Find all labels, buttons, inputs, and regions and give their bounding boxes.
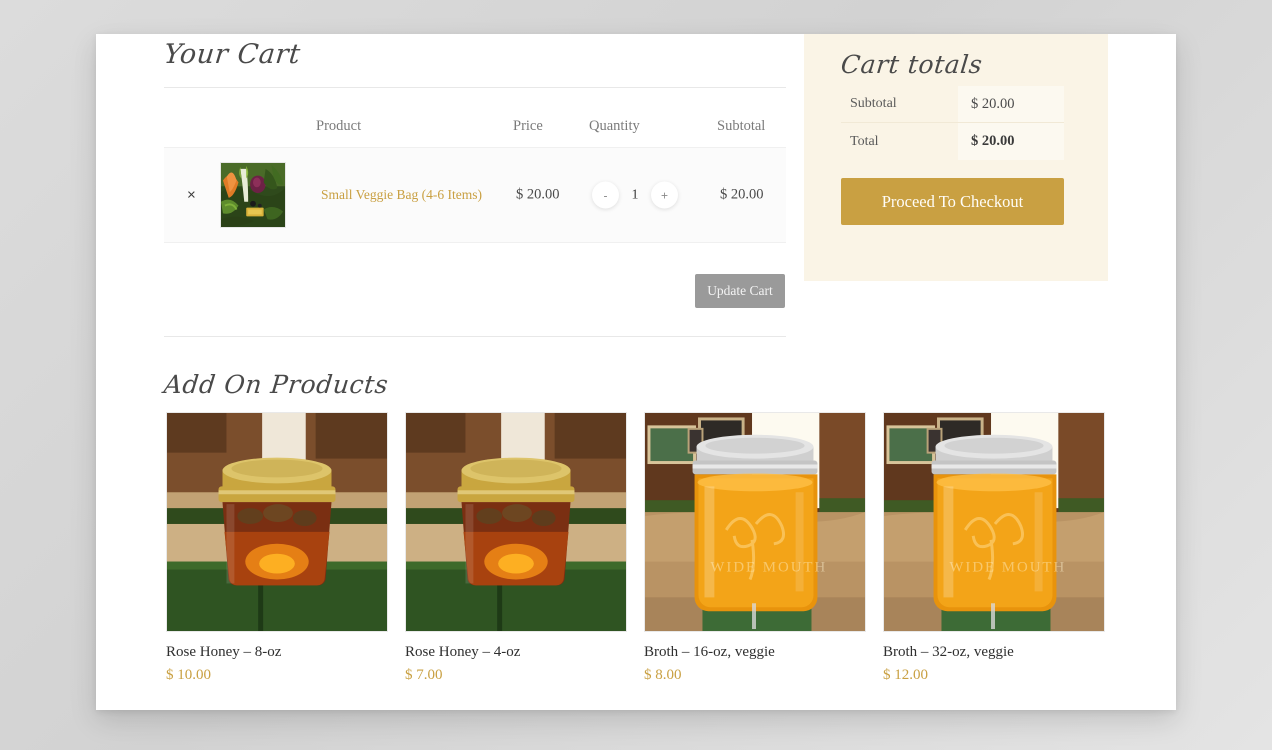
page-card: Your Cart Product Price Quantity Subtota… — [96, 34, 1176, 710]
cart-heading: Your Cart — [162, 39, 303, 70]
product-price: $ 12.00 — [883, 667, 928, 683]
product-price: $ 8.00 — [644, 667, 682, 683]
quantity-decrement-button[interactable]: - — [592, 181, 619, 209]
product-card[interactable]: WIDE MOUTH Broth – 32-oz, veggie $ 12.00 — [883, 412, 1105, 684]
addon-products-heading: Add On Products — [162, 370, 390, 399]
product-image[interactable]: WIDE MOUTH — [644, 412, 866, 632]
product-name: Broth – 32-oz, veggie — [883, 644, 1014, 660]
product-price: $ 7.00 — [405, 667, 443, 683]
totals-value: $ 20.00 — [958, 86, 1064, 122]
cart-table-header: Product Price Quantity Subtotal — [164, 118, 786, 142]
item-price: $ 20.00 — [516, 186, 560, 203]
addon-products-grid: Rose Honey – 8-oz $ 10.00 Rose Honey – 4… — [166, 412, 1106, 684]
update-cart-button[interactable]: Update Cart — [695, 274, 785, 308]
product-name: Rose Honey – 8-oz — [166, 644, 282, 660]
product-card[interactable]: WIDE MOUTH Broth – 16-oz, veggie $ 8.00 — [644, 412, 866, 684]
cart-totals-heading: Cart totals — [839, 50, 984, 79]
totals-row-subtotal: Subtotal $ 20.00 — [841, 86, 1064, 123]
product-image[interactable] — [166, 412, 388, 632]
product-name-link[interactable]: Small Veggie Bag (4-6 Items) — [321, 187, 482, 203]
svg-text:WIDE MOUTH: WIDE MOUTH — [710, 560, 827, 576]
product-card[interactable]: Rose Honey – 8-oz $ 10.00 — [166, 412, 388, 684]
totals-label: Subtotal — [850, 96, 897, 111]
quantity-value[interactable]: 1 — [628, 187, 642, 203]
cart-bottom-divider — [164, 336, 786, 337]
remove-item-icon[interactable]: × — [187, 188, 196, 203]
product-price: $ 10.00 — [166, 667, 211, 683]
quantity-stepper: - 1 + — [592, 181, 678, 209]
totals-value: $ 20.00 — [958, 123, 1064, 160]
svg-text:WIDE MOUTH: WIDE MOUTH — [949, 560, 1066, 576]
product-name: Broth – 16-oz, veggie — [644, 644, 775, 660]
product-image[interactable]: WIDE MOUTH — [883, 412, 1105, 632]
proceed-to-checkout-button[interactable]: Proceed To Checkout — [841, 178, 1064, 225]
cart-totals-table: Subtotal $ 20.00 Total $ 20.00 — [841, 86, 1064, 160]
totals-row-total: Total $ 20.00 — [841, 123, 1064, 160]
product-name: Rose Honey – 4-oz — [405, 644, 521, 660]
column-header-product: Product — [316, 118, 362, 134]
product-image[interactable] — [405, 412, 627, 632]
column-header-subtotal: Subtotal — [717, 118, 766, 134]
cart-totals-panel: Cart totals Subtotal $ 20.00 Total $ 20.… — [804, 34, 1108, 281]
column-header-quantity: Quantity — [589, 118, 640, 134]
item-subtotal: $ 20.00 — [720, 186, 764, 203]
column-header-price: Price — [513, 118, 543, 134]
product-card[interactable]: Rose Honey – 4-oz $ 7.00 — [405, 412, 627, 684]
table-row: × Small Veggie Bag (4-6 Items) $ 20.00 -… — [164, 147, 786, 243]
product-thumbnail[interactable] — [220, 162, 286, 228]
quantity-increment-button[interactable]: + — [651, 181, 678, 209]
cart-top-divider — [164, 87, 786, 88]
totals-label: Total — [850, 133, 879, 149]
